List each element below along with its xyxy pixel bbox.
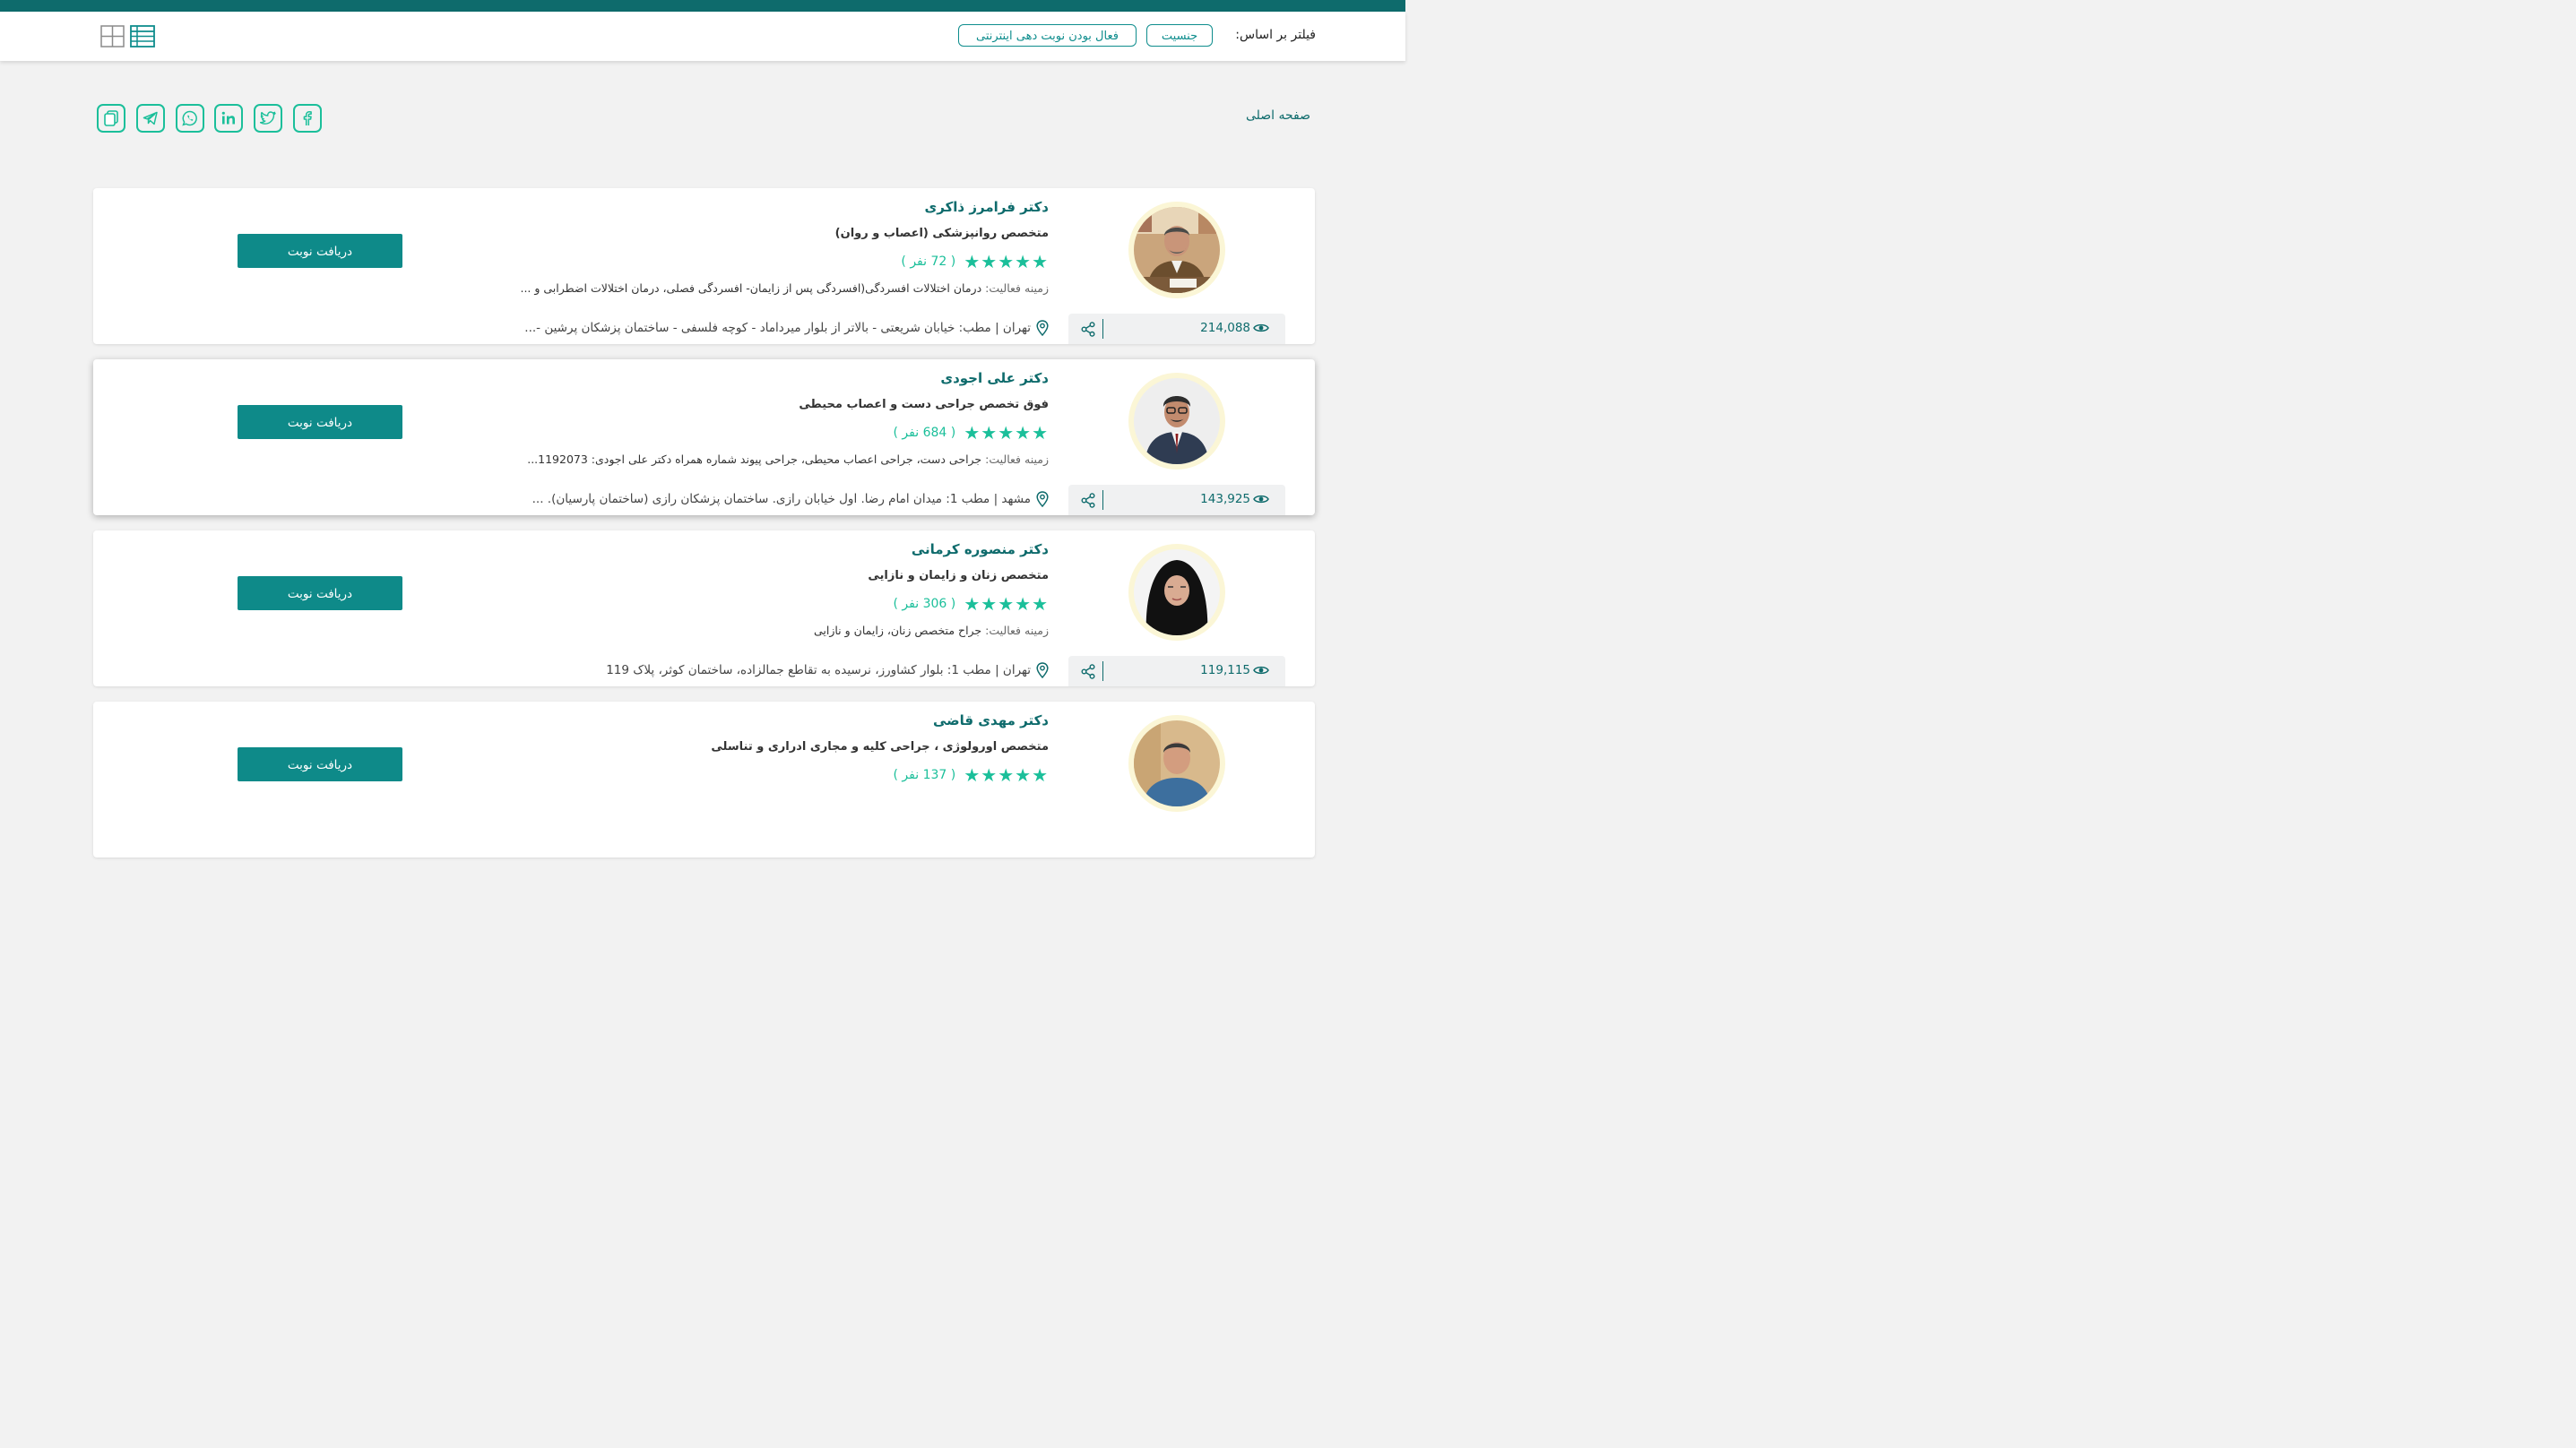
avatar[interactable] [1128, 202, 1225, 298]
breadcrumb-home-link[interactable]: صفحه اصلی [1246, 108, 1310, 123]
avatar[interactable] [1128, 715, 1225, 812]
doctor-card[interactable]: دکتر مهدی قاضی متخصص اورولوژی ، جراحی کل… [93, 702, 1315, 858]
rating-count: ( 306 نفر ) [893, 597, 956, 611]
top-bar [0, 0, 1405, 12]
share-icon[interactable] [1081, 493, 1095, 508]
activity-label: زمینه فعالیت: [985, 281, 1049, 295]
divider [1102, 661, 1103, 681]
view-count-value: 119,115 [1200, 663, 1250, 677]
doctor-specialty: متخصص زنان و زایمان و نازایی [868, 569, 1049, 582]
book-appointment-button[interactable]: دریافت نوبت [238, 747, 402, 781]
filter-online-booking-button[interactable]: فعال بودن نوبت دهی اینترنتی [958, 24, 1137, 47]
address: مشهد | مطب 1: میدان امام رضا. اول خیابان… [532, 491, 1049, 508]
doctor-photo [1134, 720, 1220, 806]
activity-text: درمان اختلالات افسردگی(افسردگی پس از زای… [520, 281, 982, 295]
linkedin-icon[interactable] [214, 104, 243, 133]
share-icon[interactable] [1081, 322, 1095, 337]
doctor-photo [1134, 378, 1220, 464]
eye-icon [1253, 323, 1269, 332]
rating-count: ( 72 نفر ) [901, 254, 956, 269]
stats-bar: 143,925 [1068, 485, 1285, 515]
doctor-card[interactable]: دکتر فرامرز ذاکری متخصص روانپزشکی (اعصاب… [93, 188, 1315, 344]
book-appointment-button[interactable]: دریافت نوبت [238, 405, 402, 439]
filter-label: فیلتر بر اساس: [1235, 28, 1316, 42]
view-count-value: 214,088 [1200, 321, 1250, 335]
doctor-photo [1134, 549, 1220, 635]
book-appointment-button[interactable]: دریافت نوبت [238, 234, 402, 268]
doctor-specialty: متخصص اورولوژی ، جراحی کلیه و مجاری ادرا… [711, 740, 1049, 754]
star-rating-icons: ★★★★★ [964, 251, 1049, 272]
doctor-specialty: متخصص روانپزشکی (اعصاب و روان) [834, 227, 1049, 240]
eye-icon [1253, 495, 1269, 504]
grid-view-icon[interactable] [100, 25, 125, 47]
telegram-icon[interactable] [136, 104, 165, 133]
stats-bar: 119,115 [1068, 656, 1285, 686]
avatar[interactable] [1128, 373, 1225, 470]
address: تهران | مطب 1: بلوار کشاورز، نرسیده به ت… [606, 662, 1049, 679]
doctor-photo [1134, 207, 1220, 293]
rating: ★★★★★ ( 72 نفر ) [901, 251, 1049, 272]
doctor-name[interactable]: دکتر فرامرز ذاکری [924, 199, 1049, 215]
address: تهران | مطب: خیابان شریعتی - بالاتر از ب… [524, 320, 1049, 337]
filter-gender-button[interactable]: جنسیت [1146, 24, 1213, 47]
facebook-icon[interactable] [293, 104, 322, 133]
divider [1102, 490, 1103, 510]
activity-field: زمینه فعالیت: جراحی دست، جراحی اعصاب محی… [527, 452, 1049, 466]
view-count: 119,115 [1200, 663, 1269, 677]
book-appointment-button[interactable]: دریافت نوبت [238, 576, 402, 610]
star-rating-icons: ★★★★★ [964, 593, 1049, 615]
activity-label: زمینه فعالیت: [985, 452, 1049, 466]
doctor-name[interactable]: دکتر منصوره کرمانی [912, 541, 1049, 557]
rating-count: ( 137 نفر ) [893, 768, 956, 782]
avatar[interactable] [1128, 544, 1225, 641]
view-toggle [100, 25, 156, 47]
doctor-card[interactable]: دکتر علی اجودی فوق تخصص جراحی دست و اعصا… [93, 359, 1315, 515]
eye-icon [1253, 666, 1269, 675]
doctor-name[interactable]: دکتر علی اجودی [940, 370, 1049, 386]
activity-text: جراح متخصص زنان، زایمان و نازایی [813, 624, 982, 637]
doctor-card[interactable]: دکتر منصوره کرمانی متخصص زنان و زایمان و… [93, 530, 1315, 686]
list-view-icon[interactable] [130, 25, 155, 47]
rating-count: ( 684 نفر ) [893, 426, 956, 440]
address-text: مشهد | مطب 1: میدان امام رضا. اول خیابان… [532, 492, 1031, 506]
share-icon[interactable] [1081, 664, 1095, 679]
view-count: 143,925 [1200, 492, 1269, 506]
view-count: 214,088 [1200, 321, 1269, 335]
doctor-specialty: فوق تخصص جراحی دست و اعصاب محیطی [799, 398, 1049, 411]
rating: ★★★★★ ( 684 نفر ) [893, 422, 1049, 444]
doctor-name[interactable]: دکتر مهدی قاضی [933, 712, 1049, 728]
address-text: تهران | مطب: خیابان شریعتی - بالاتر از ب… [524, 321, 1031, 335]
page: فیلتر بر اساس: جنسیت فعال بودن نوبت دهی … [0, 0, 1405, 858]
filter-bar: فیلتر بر اساس: جنسیت فعال بودن نوبت دهی … [0, 12, 1405, 61]
activity-field: زمینه فعالیت: درمان اختلالات افسردگی(افس… [520, 281, 1049, 295]
address-text: تهران | مطب 1: بلوار کشاورز، نرسیده به ت… [606, 663, 1031, 677]
whatsapp-icon[interactable] [176, 104, 204, 133]
location-pin-icon [1036, 320, 1049, 337]
activity-text: جراحی دست، جراحی اعصاب محیطی، جراحی پیون… [527, 452, 982, 466]
copy-icon[interactable] [97, 104, 125, 133]
rating: ★★★★★ ( 137 نفر ) [893, 764, 1049, 786]
activity-label: زمینه فعالیت: [985, 624, 1049, 637]
star-rating-icons: ★★★★★ [964, 422, 1049, 444]
divider [1102, 319, 1103, 339]
twitter-icon[interactable] [254, 104, 282, 133]
star-rating-icons: ★★★★★ [964, 764, 1049, 786]
rating: ★★★★★ ( 306 نفر ) [893, 593, 1049, 615]
stats-bar: 214,088 [1068, 314, 1285, 344]
location-pin-icon [1036, 491, 1049, 508]
activity-field: زمینه فعالیت: جراح متخصص زنان، زایمان و … [814, 624, 1049, 637]
view-count-value: 143,925 [1200, 492, 1250, 506]
location-pin-icon [1036, 662, 1049, 679]
